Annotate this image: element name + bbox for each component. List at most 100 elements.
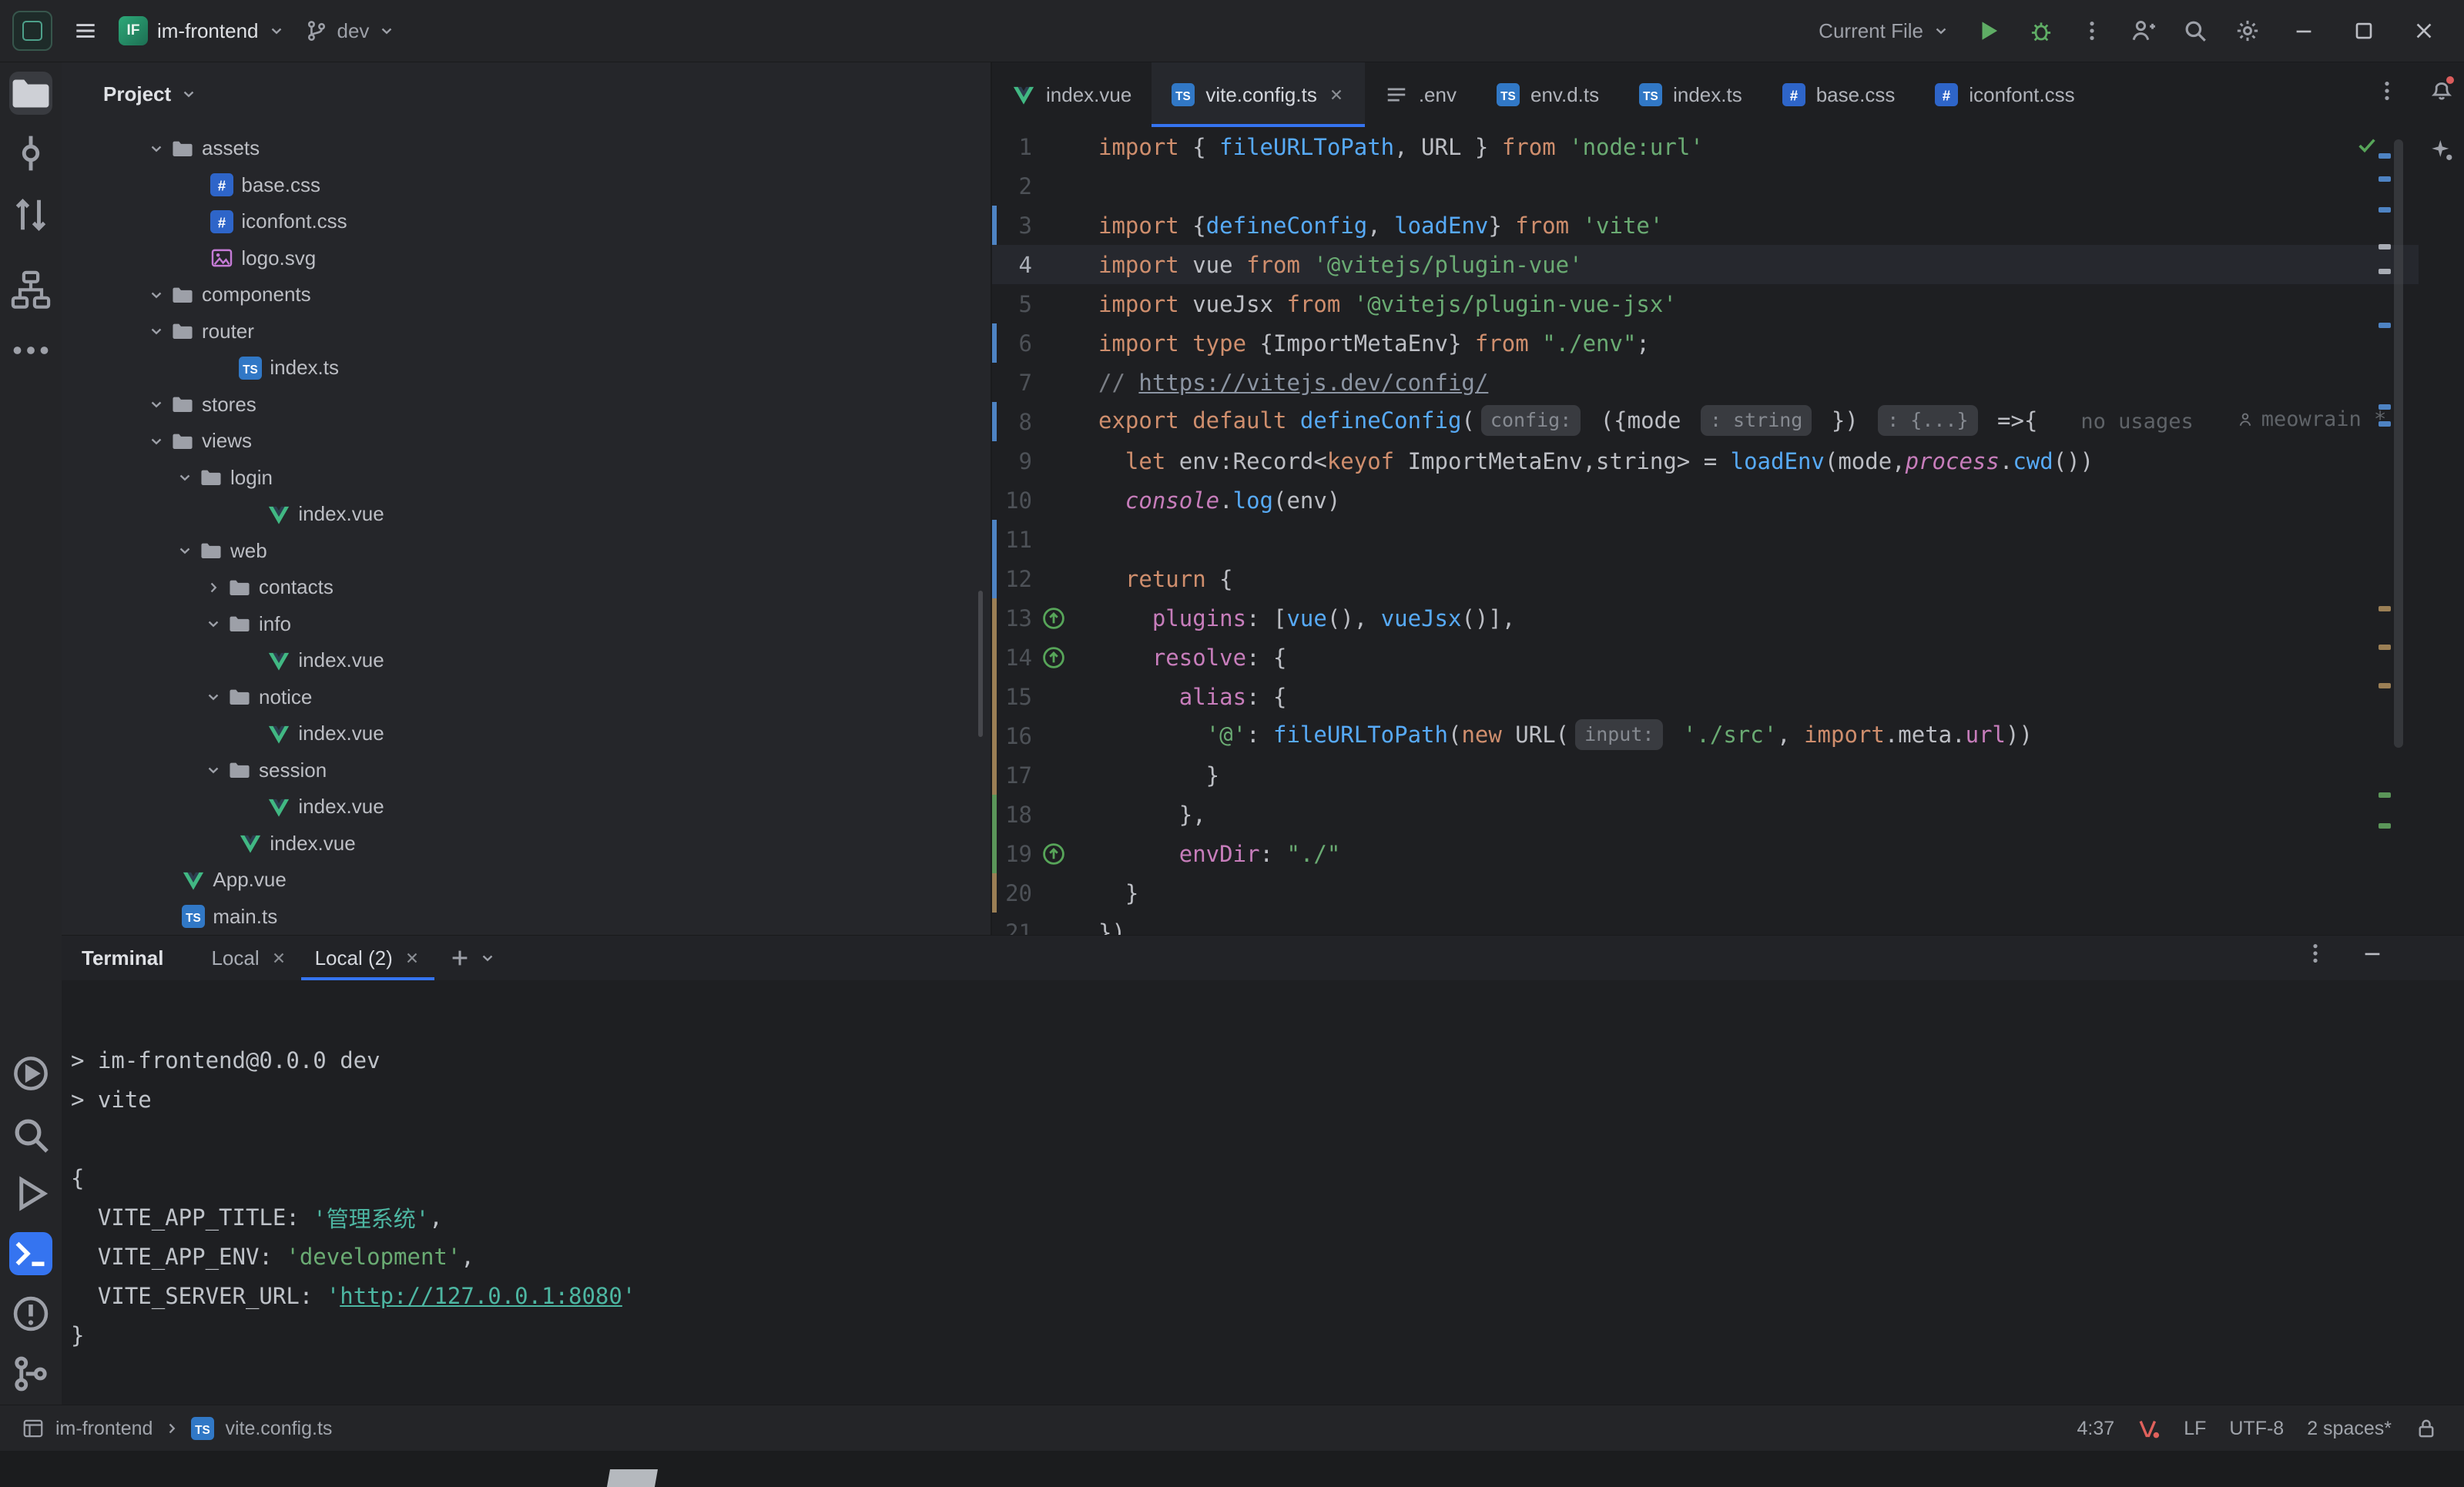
minimize-button[interactable] bbox=[2287, 14, 2321, 48]
vcs-status-icon[interactable] bbox=[2137, 1417, 2161, 1440]
file-encoding[interactable]: UTF-8 bbox=[2229, 1418, 2284, 1440]
close-button[interactable] bbox=[2407, 14, 2441, 48]
maximize-button[interactable] bbox=[2347, 14, 2381, 48]
code-editor[interactable]: 1import { fileURLToPath, URL } from 'nod… bbox=[992, 127, 2419, 935]
chevron-down-icon[interactable] bbox=[148, 323, 165, 340]
editor-tab-index-vue[interactable]: index.vue bbox=[992, 62, 1152, 127]
chevron-down-icon[interactable] bbox=[148, 433, 165, 450]
tree-item-info[interactable]: info bbox=[62, 606, 991, 643]
editor-tab-base-css[interactable]: #base.css bbox=[1762, 62, 1916, 127]
breadcrumb-file[interactable]: vite.config.ts bbox=[225, 1418, 332, 1440]
terminal-tab-local-2-[interactable]: Local (2) bbox=[301, 936, 434, 980]
inspections-ok-icon[interactable] bbox=[2355, 133, 2379, 156]
tree-item-label: assets bbox=[202, 136, 260, 160]
main-menu-icon[interactable] bbox=[72, 18, 99, 44]
search-everywhere-icon[interactable] bbox=[2182, 18, 2208, 44]
chevron-down-icon[interactable] bbox=[148, 286, 165, 303]
editor-tab-env-d-ts[interactable]: TSenv.d.ts bbox=[1477, 62, 1619, 127]
tree-item-app-vue[interactable]: App.vue bbox=[62, 862, 991, 899]
tab-list-menu-icon[interactable] bbox=[2375, 79, 2399, 102]
debug-button[interactable] bbox=[2028, 18, 2054, 44]
chevron-down-icon[interactable] bbox=[148, 396, 165, 413]
tool-stripe-terminal[interactable] bbox=[9, 1232, 52, 1275]
usages-hint[interactable]: no usages bbox=[2080, 410, 2193, 434]
commit-arrow-icon[interactable] bbox=[1041, 842, 1066, 866]
chevron-down-icon[interactable] bbox=[205, 615, 222, 632]
tool-stripe-find[interactable] bbox=[9, 1114, 52, 1157]
tree-item-contacts[interactable]: contacts bbox=[62, 569, 991, 606]
tree-item-assets[interactable]: assets bbox=[62, 130, 991, 167]
terminal-options-icon[interactable] bbox=[2304, 942, 2327, 965]
ai-assistant-icon[interactable] bbox=[2428, 136, 2456, 164]
tool-stripe-structure[interactable] bbox=[9, 269, 52, 312]
tree-item-logo-svg[interactable]: logo.svg bbox=[62, 240, 991, 277]
tool-stripe-run[interactable] bbox=[9, 1172, 52, 1215]
tree-item-index-ts[interactable]: TSindex.ts bbox=[62, 350, 991, 387]
commit-arrow-icon[interactable] bbox=[1041, 606, 1066, 631]
code-token bbox=[1098, 448, 1125, 474]
run-button[interactable] bbox=[1976, 18, 2002, 44]
chevron-down-icon[interactable] bbox=[176, 542, 193, 559]
project-widget[interactable]: IF im-frontend bbox=[119, 16, 285, 45]
tree-item-index-vue[interactable]: index.vue bbox=[62, 496, 991, 533]
editor-tab--env[interactable]: .env bbox=[1365, 62, 1477, 127]
code-text: import vueJsx from '@vitejs/plugin-vue-j… bbox=[1098, 291, 1677, 317]
tree-item-login[interactable]: login bbox=[62, 460, 991, 497]
chevron-down-icon[interactable] bbox=[205, 688, 222, 705]
tool-stripe-pull-requests[interactable] bbox=[9, 193, 52, 236]
tree-item-stores[interactable]: stores bbox=[62, 387, 991, 424]
run-config-selector[interactable]: Current File bbox=[1819, 19, 1949, 43]
chevron-right-icon[interactable] bbox=[205, 579, 222, 596]
project-panel-header[interactable]: Project bbox=[62, 62, 991, 126]
chevron-down-icon[interactable] bbox=[148, 140, 165, 157]
code-token: process bbox=[1906, 448, 2000, 474]
tree-item-label: index.vue bbox=[298, 502, 384, 526]
commit-arrow-icon[interactable] bbox=[1041, 645, 1066, 670]
new-terminal-icon[interactable] bbox=[448, 946, 471, 970]
line-ending[interactable]: LF bbox=[2184, 1418, 2206, 1440]
tool-stripe-problems[interactable] bbox=[9, 1292, 52, 1335]
tree-item-web[interactable]: web bbox=[62, 533, 991, 570]
tree-item-index-vue[interactable]: index.vue bbox=[62, 826, 991, 862]
notifications-bell-icon[interactable] bbox=[2428, 75, 2456, 102]
close-tab-icon[interactable] bbox=[270, 949, 287, 966]
hide-terminal-icon[interactable] bbox=[2361, 942, 2384, 965]
tree-item-router[interactable]: router bbox=[62, 313, 991, 350]
tree-item-iconfont-css[interactable]: #iconfont.css bbox=[62, 203, 991, 240]
editor-tab-iconfont-css[interactable]: #iconfont.css bbox=[1915, 62, 2094, 127]
tree-item-index-vue[interactable]: index.vue bbox=[62, 789, 991, 826]
tree-item-session[interactable]: session bbox=[62, 752, 991, 789]
more-actions-icon[interactable] bbox=[2080, 19, 2104, 42]
tool-stripe-project-folder[interactable] bbox=[9, 72, 52, 115]
close-tab-icon[interactable] bbox=[1328, 86, 1345, 103]
code-with-me-icon[interactable] bbox=[2130, 18, 2156, 44]
indent-style[interactable]: 2 spaces* bbox=[2307, 1418, 2392, 1440]
chevron-down-icon[interactable] bbox=[176, 469, 193, 486]
tree-item-index-vue[interactable]: index.vue bbox=[62, 642, 991, 679]
tree-item-main-ts[interactable]: TSmain.ts bbox=[62, 899, 991, 936]
editor-tab-vite-config-ts[interactable]: TSvite.config.ts bbox=[1152, 62, 1365, 127]
write-access-lock-icon[interactable] bbox=[2415, 1417, 2438, 1440]
editor-scrollbar[interactable] bbox=[2394, 139, 2403, 748]
close-tab-icon[interactable] bbox=[404, 949, 421, 966]
tree-item-notice[interactable]: notice bbox=[62, 679, 991, 716]
cursor-position[interactable]: 4:37 bbox=[2077, 1418, 2115, 1440]
terminal-tab-local[interactable]: Local bbox=[197, 936, 300, 980]
tree-item-views[interactable]: views bbox=[62, 423, 991, 460]
tool-stripe-more[interactable] bbox=[9, 329, 52, 372]
breadcrumb-project[interactable]: im-frontend bbox=[55, 1418, 153, 1440]
tool-stripe-services[interactable] bbox=[9, 1052, 52, 1095]
tree-item-components[interactable]: components bbox=[62, 276, 991, 313]
tool-stripe-git[interactable] bbox=[9, 1352, 52, 1395]
tool-stripe-commit[interactable] bbox=[9, 132, 52, 175]
project-tree-scrollbar[interactable] bbox=[978, 591, 983, 737]
branch-widget[interactable]: dev bbox=[305, 19, 396, 43]
settings-icon[interactable] bbox=[2234, 18, 2261, 44]
terminal-type-chevron-icon[interactable] bbox=[479, 949, 496, 966]
terminal-output[interactable]: > im-frontend@0.0.0 dev> vite{ VITE_APP_… bbox=[62, 981, 2464, 1405]
author-hint[interactable]: meowrain * bbox=[2237, 407, 2387, 431]
chevron-down-icon[interactable] bbox=[205, 762, 222, 779]
tree-item-base-css[interactable]: #base.css bbox=[62, 167, 991, 204]
editor-tab-index-ts[interactable]: TSindex.ts bbox=[1619, 62, 1762, 127]
tree-item-index-vue[interactable]: index.vue bbox=[62, 715, 991, 752]
